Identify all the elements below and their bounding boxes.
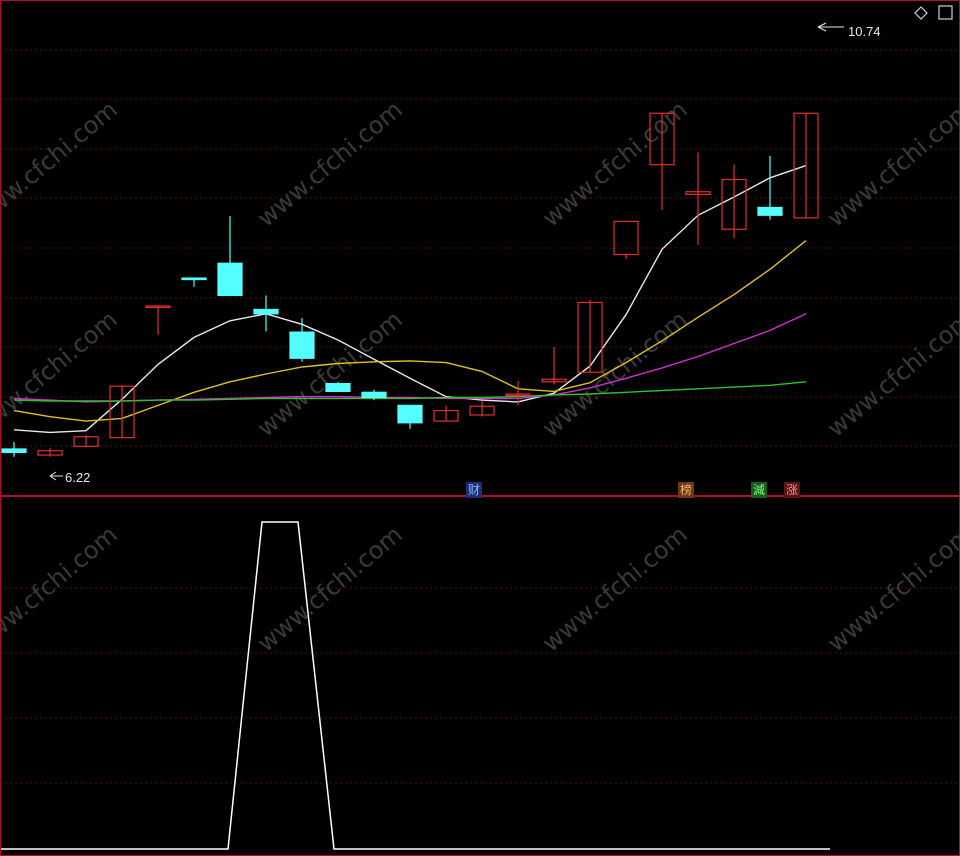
candle-body xyxy=(1,448,27,454)
signal-cai: 财 xyxy=(466,482,483,498)
candle-body xyxy=(289,331,315,359)
candle-body xyxy=(361,391,387,399)
candle-body xyxy=(757,206,783,216)
signal-jian: 減 xyxy=(751,482,768,498)
max-price-label: 10.74 xyxy=(848,24,881,39)
signal-zhang: 涨 xyxy=(784,482,801,498)
candle-body xyxy=(397,404,423,424)
chart-frame: www.cfchi.com www.cfchi.com www.cfchi.com w… xyxy=(0,0,960,856)
min-price-label: 6.22 xyxy=(65,470,90,485)
candle-body xyxy=(253,308,279,315)
candle-body xyxy=(325,382,351,393)
candle xyxy=(325,381,351,393)
candle-body xyxy=(217,262,243,297)
signal-bang: 榜 xyxy=(678,482,695,498)
candle-body xyxy=(181,277,207,281)
